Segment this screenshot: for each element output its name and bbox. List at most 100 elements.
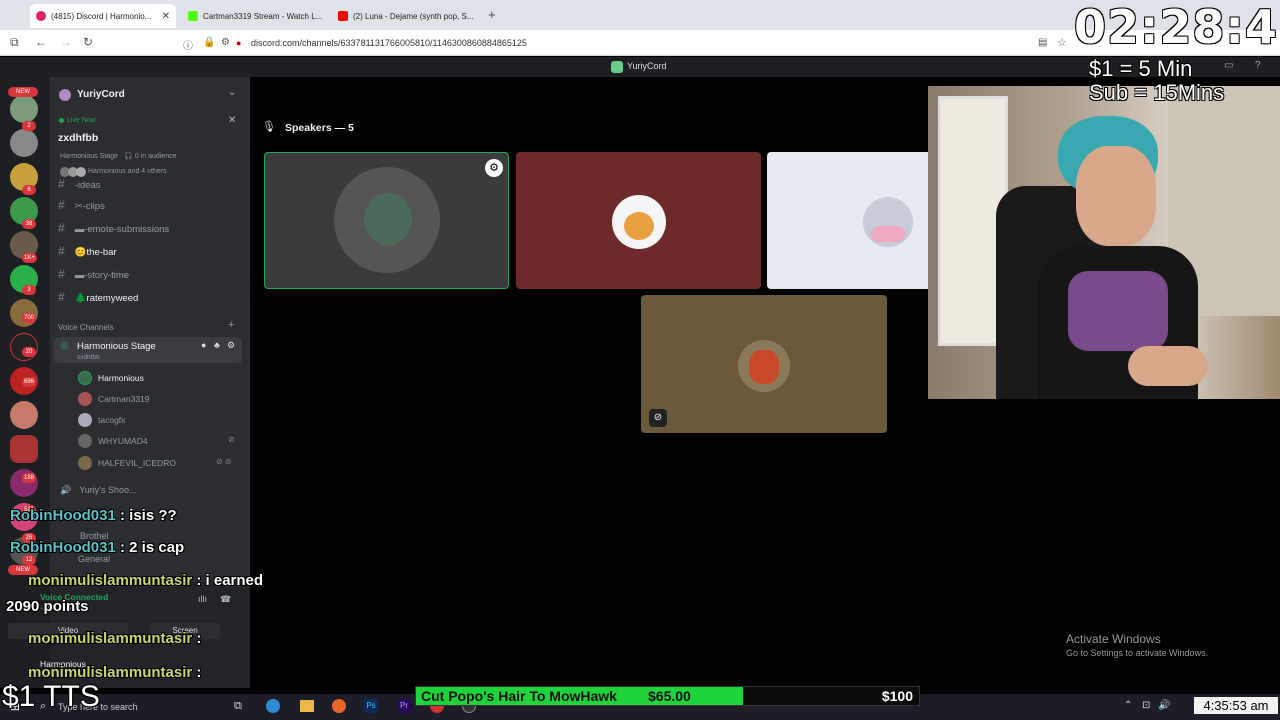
avatar-figure	[871, 226, 905, 242]
voice-member[interactable]: HALFEVIL_ICEDRO	[78, 456, 176, 470]
channel-ratemyweed[interactable]: # 🌲ratemyweed	[58, 290, 138, 304]
server-icon[interactable]	[10, 401, 38, 429]
tab-discord[interactable]: (4815) Discord | Harmonio... ✕	[30, 4, 176, 28]
chat-message: RobinHood031 : 2 is cap	[10, 539, 185, 556]
channel-sidebar: YuriyCord ⌄ Live Now ✕ zxdhfbb Harmoniou…	[8, 77, 250, 688]
reload-icon[interactable]: ↻	[83, 35, 93, 49]
avatar-figure	[749, 350, 779, 384]
voice-channel-shoo[interactable]: 🔊 Yuriy's Shoo...	[60, 485, 136, 496]
server-badge: 700	[22, 313, 37, 323]
info-icon[interactable]: ⓘ	[183, 37, 193, 52]
server-badge: 38	[22, 219, 36, 229]
voice-member[interactable]: Harmonious	[78, 371, 144, 385]
server-badge: 696	[22, 377, 37, 387]
tab-cartman-stream[interactable]: Cartman3319 Stream - Watch L... ✕	[182, 4, 324, 28]
disconnect-icon[interactable]: ☎	[220, 594, 231, 605]
permissions-icon[interactable]: ⚙	[221, 37, 230, 48]
hash-icon: #	[58, 221, 65, 235]
voice-member[interactable]: Cartman3319	[78, 392, 150, 406]
forward-icon[interactable]: →	[60, 35, 72, 49]
chat-icon[interactable]: ●	[201, 340, 206, 350]
lock-icon: 🔒	[203, 37, 216, 48]
webcam-face	[1076, 146, 1156, 246]
voice-channels-header[interactable]: Voice Channels	[58, 323, 114, 332]
edge-icon[interactable]	[266, 699, 280, 713]
speaker-tile[interactable]: ⊘	[641, 295, 887, 433]
reader-icon[interactable]: ▤	[1038, 37, 1047, 48]
chat-message: monimulislammuntasir : i earned	[28, 572, 264, 589]
chat-message: 2090 points	[6, 598, 89, 615]
live-label: Live Now	[67, 117, 96, 124]
voice-member[interactable]: WHYUMAD4	[78, 434, 148, 448]
discord-favicon-icon	[36, 11, 46, 21]
back-icon[interactable]: ←	[35, 35, 47, 49]
photoshop-icon[interactable]: Ps	[364, 699, 378, 713]
favorite-star-icon[interactable]: ☆	[1057, 36, 1067, 49]
url-input[interactable]: discord.com/channels/633781131766005810/…	[251, 38, 527, 48]
moderator-icon: ⚙	[485, 159, 503, 177]
stage-icon: ◎	[60, 340, 69, 351]
goal-current: $65.00	[648, 688, 691, 704]
server-badge: 3	[22, 285, 36, 295]
add-channel-icon[interactable]: +	[228, 319, 234, 331]
server-badge: 6	[22, 185, 36, 195]
firefox-icon[interactable]	[332, 699, 346, 713]
taskbar-clock[interactable]: 4:35:53 am	[1194, 697, 1278, 714]
avatar	[78, 371, 92, 385]
speaker-tile[interactable]	[767, 152, 928, 289]
avatar	[78, 456, 92, 470]
channel-emote-submissions[interactable]: # ▬-emote-submissions	[58, 221, 169, 235]
server-badge: NEW	[8, 87, 38, 97]
tray-chevron-icon[interactable]: ⌃	[1124, 700, 1132, 711]
avatar	[76, 167, 86, 177]
close-tab-icon[interactable]: ✕	[162, 11, 170, 22]
channel-the-bar[interactable]: # 😊the-bar	[58, 244, 117, 258]
new-tab-button[interactable]: +	[488, 7, 496, 22]
stage-info: Harmonious Stage · 🎧 0 in audience	[60, 153, 177, 160]
server-badge: 2	[22, 121, 36, 131]
voice-channel-sub: zxdhfbb	[77, 354, 100, 361]
avatar	[78, 413, 92, 427]
kick-favicon-icon	[188, 11, 198, 21]
speaker-tile[interactable]	[516, 152, 761, 289]
volume-icon[interactable]: 🔊	[1158, 700, 1170, 711]
file-explorer-icon[interactable]	[300, 700, 314, 712]
voice-member[interactable]: tacogfx	[78, 413, 125, 427]
hash-icon: #	[58, 198, 65, 212]
channel-ideas[interactable]: # -ideas	[58, 177, 101, 191]
stage-others: Harmonious and 4 others	[88, 168, 167, 175]
server-name[interactable]: YuriyCord	[77, 89, 125, 100]
speaker-icon: 🔊	[60, 485, 72, 495]
invite-icon[interactable]: ♣	[214, 340, 220, 350]
server-icon[interactable]	[10, 435, 38, 463]
gear-icon[interactable]: ⚙	[227, 340, 235, 351]
tab-youtube[interactable]: (2) Luna - Dejame (synth pop, S... ✕	[332, 4, 474, 28]
server-icon[interactable]	[10, 129, 38, 157]
close-icon[interactable]: ✕	[228, 115, 236, 126]
network-icon[interactable]: ⊡	[1142, 700, 1150, 711]
speaker-tile[interactable]: ⚙	[264, 152, 509, 289]
server-icon	[611, 61, 623, 73]
server-avatar	[59, 89, 71, 101]
server-icon[interactable]	[10, 95, 38, 123]
server-badge: 20	[22, 347, 36, 357]
goal-max: $100	[881, 688, 913, 704]
tab-label: Cartman3319 Stream - Watch L...	[203, 11, 323, 21]
task-view-icon[interactable]: ⧉	[234, 700, 242, 713]
microphone-icon: 🎙	[262, 121, 276, 133]
inbox-icon[interactable]: ▭	[1224, 60, 1233, 71]
activate-windows-title: Activate Windows	[1066, 632, 1161, 646]
hash-icon: #	[58, 267, 65, 281]
chevron-down-icon[interactable]: ⌄	[228, 87, 236, 98]
signal-icon[interactable]: ıllı	[198, 594, 207, 604]
channel-clips[interactable]: # ✂-clips	[58, 198, 105, 212]
channel-story-time[interactable]: # ▬-story-time	[58, 267, 129, 281]
live-user[interactable]: zxdhfbb	[58, 132, 98, 144]
mic-icon[interactable]: ●	[236, 38, 241, 48]
webcam-hands	[1128, 346, 1208, 386]
collections-icon[interactable]: ⧉	[10, 35, 19, 50]
help-icon[interactable]: ?	[1255, 60, 1261, 71]
live-dot-icon	[59, 118, 64, 123]
premiere-icon[interactable]: Pr	[397, 699, 411, 713]
tab-label: (2) Luna - Dejame (synth pop, S...	[353, 11, 474, 21]
